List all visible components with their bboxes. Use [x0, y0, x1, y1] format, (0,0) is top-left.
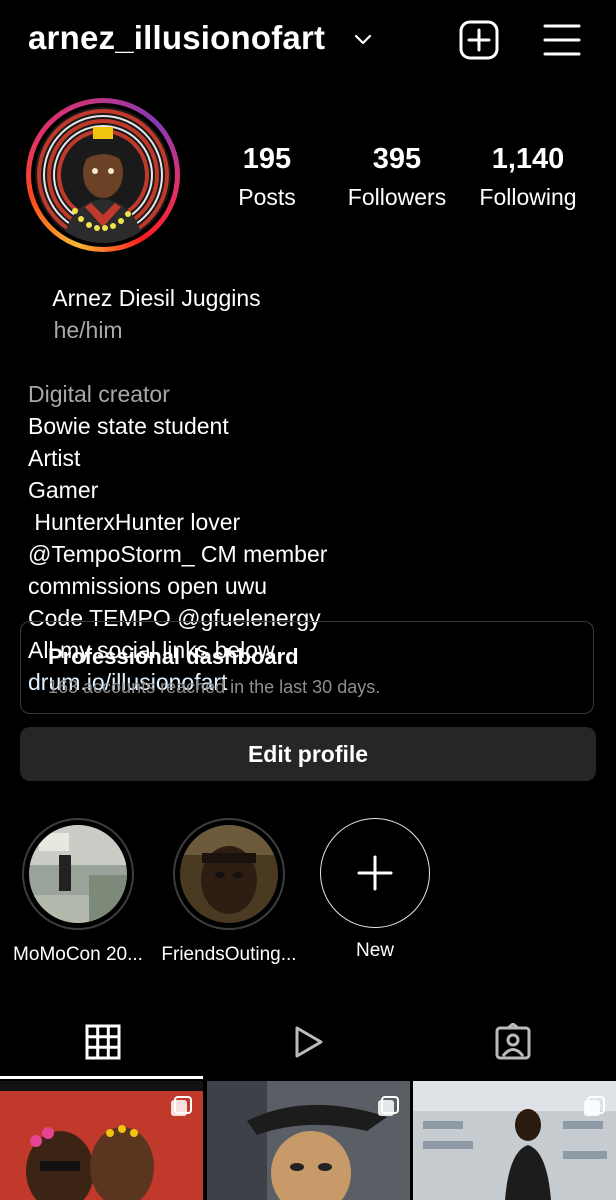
dashboard-title: Professional dashboard	[48, 644, 299, 669]
following-stat[interactable]: 1,140 Following	[474, 143, 582, 211]
posts-stat[interactable]: 195 Posts	[226, 143, 308, 211]
following-label: Following	[479, 184, 577, 210]
post-grid	[0, 1081, 616, 1200]
menu-icon[interactable]	[540, 18, 584, 62]
carousel-icon	[378, 1096, 399, 1116]
bio-line: Artist	[28, 445, 81, 471]
grid-icon	[85, 1024, 120, 1060]
carousel-icon	[584, 1096, 605, 1116]
display-name: Arnez Diesil Juggins	[52, 285, 261, 311]
post-thumbnail[interactable]	[207, 1081, 410, 1200]
following-count: 1,140	[491, 143, 565, 175]
post-thumbnail[interactable]	[0, 1081, 203, 1200]
profile-tabs	[0, 1005, 616, 1079]
highlight-label: New	[355, 940, 394, 961]
highlight-momocon[interactable]: MoMoCon 20...	[0, 818, 156, 966]
followers-stat[interactable]: 395 Followers	[344, 143, 450, 211]
followers-label: Followers	[347, 184, 447, 210]
edit-profile-button[interactable]: Edit profile	[20, 727, 596, 781]
create-post-icon[interactable]	[457, 18, 501, 62]
post-thumbnail[interactable]	[413, 1081, 616, 1200]
profile-header: arnez_illusionofart	[0, 0, 616, 80]
highlight-label: FriendsOuting...	[161, 944, 297, 965]
bio-line: Bowie state student	[28, 413, 229, 439]
avatar[interactable]	[26, 98, 180, 252]
category-label: Digital creator	[28, 381, 170, 407]
active-tab-indicator	[0, 1076, 203, 1079]
new-highlight-button[interactable]: New	[297, 818, 453, 962]
tab-tagged[interactable]	[410, 1005, 615, 1079]
username-switcher[interactable]: arnez_illusionofart	[28, 19, 325, 57]
pronouns: he/him	[53, 317, 123, 343]
highlight-label: MoMoCon 20...	[13, 944, 143, 965]
highlight-thumbnail	[29, 825, 127, 923]
bio-line: commissions open uwu	[28, 573, 268, 599]
highlight-friendsouting[interactable]: FriendsOuting...	[151, 818, 307, 966]
followers-count: 395	[372, 143, 422, 175]
avatar-image	[35, 107, 171, 243]
tagged-icon	[495, 1023, 530, 1060]
tab-posts-grid[interactable]	[0, 1005, 205, 1079]
bio-line-mention[interactable]: @TempoStorm_ CM member	[28, 538, 327, 570]
carousel-icon	[171, 1096, 192, 1116]
highlight-thumbnail	[180, 825, 278, 923]
posts-label: Posts	[238, 184, 296, 210]
posts-count: 195	[242, 143, 292, 175]
reels-icon	[295, 1026, 322, 1058]
plus-icon	[357, 855, 393, 891]
dashboard-subtitle: 163 accounts reached in the last 30 days…	[48, 677, 381, 697]
tab-reels[interactable]	[205, 1005, 410, 1079]
bio-line: Gamer	[28, 477, 99, 503]
chevron-down-icon[interactable]	[352, 28, 374, 50]
professional-dashboard-card[interactable]: Professional dashboard 163 accounts reac…	[20, 621, 594, 714]
bio-line: HunterxHunter lover	[28, 509, 241, 535]
